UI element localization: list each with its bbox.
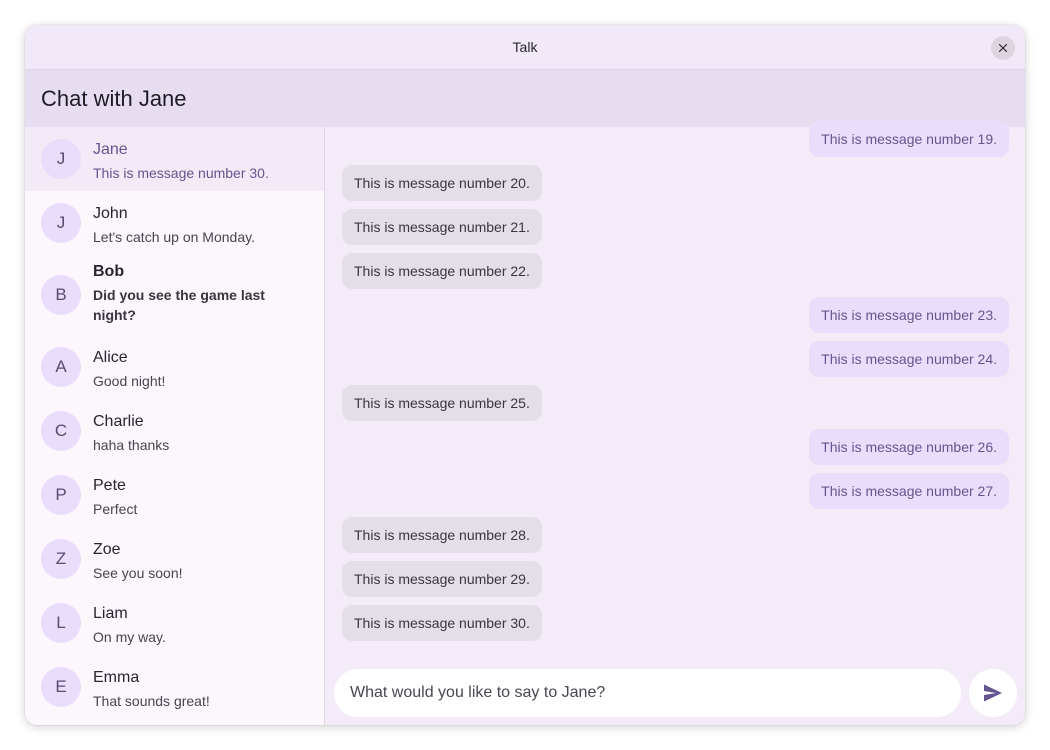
avatar: C: [41, 411, 81, 451]
conversation-name: John: [93, 205, 128, 222]
avatar: A: [41, 347, 81, 387]
conversation-item-john[interactable]: J John Let's catch up on Monday.: [25, 191, 324, 255]
conversation-preview: Did you see the game last night?: [93, 287, 265, 323]
conversation-name: Emma: [93, 669, 140, 686]
avatar: J: [41, 139, 81, 179]
incoming-message: This is message number 29.: [342, 561, 542, 597]
conversation-name: Charlie: [93, 413, 144, 430]
conversation-preview: Good night!: [93, 373, 166, 389]
title-bar: Talk: [25, 25, 1025, 70]
conversation-name: Alice: [93, 349, 128, 366]
conversation-item-zoe[interactable]: Z Zoe See you soon!: [25, 527, 324, 591]
avatar: P: [41, 475, 81, 515]
conversation-name: Pete: [93, 477, 126, 494]
message-input[interactable]: [334, 669, 961, 717]
incoming-message: This is message number 21.: [342, 209, 542, 245]
conversation-item-pete[interactable]: P Pete Perfect: [25, 463, 324, 527]
avatar: B: [41, 275, 81, 315]
conversation-item-jane[interactable]: J Jane This is message number 30.: [25, 127, 324, 191]
conversation-preview: That sounds great!: [93, 693, 210, 709]
chat-panel: This is message number 19. This is messag…: [325, 121, 1025, 725]
conversation-item-liam[interactable]: L Liam On my way.: [25, 591, 324, 655]
app-window: Talk Chat with Jane J Jane This is message…: [25, 25, 1025, 725]
conversation-name: Jane: [93, 141, 128, 158]
conversation-name: Liam: [93, 605, 128, 622]
close-icon: [998, 43, 1008, 53]
outgoing-message: This is message number 26.: [809, 429, 1009, 465]
send-button[interactable]: [969, 669, 1017, 717]
window-title: Talk: [512, 39, 538, 55]
outgoing-message: This is message number 24.: [809, 341, 1009, 377]
send-icon: [984, 684, 1002, 702]
conversation-item-emma[interactable]: E Emma That sounds great!: [25, 655, 324, 719]
conversation-preview: Let's catch up on Monday.: [93, 229, 255, 245]
incoming-message: This is message number 22.: [342, 253, 542, 289]
conversation-preview: Perfect: [93, 501, 138, 517]
avatar: L: [41, 603, 81, 643]
outgoing-message: This is message number 27.: [809, 473, 1009, 509]
conversation-preview: On my way.: [93, 629, 166, 645]
conversation-item-alice[interactable]: A Alice Good night!: [25, 335, 324, 399]
incoming-message: This is message number 25.: [342, 385, 542, 421]
avatar: J: [41, 203, 81, 243]
incoming-message: This is message number 28.: [342, 517, 542, 553]
incoming-message: This is message number 30.: [342, 605, 542, 641]
outgoing-message: This is message number 23.: [809, 297, 1009, 333]
conversation-item-charlie[interactable]: C Charlie haha thanks: [25, 399, 324, 463]
incoming-message: This is message number 20.: [342, 165, 542, 201]
conversation-item-bob[interactable]: B Bob Did you see the game last night?: [25, 255, 324, 335]
page-title: Chat with Jane: [41, 86, 187, 111]
avatar: E: [41, 667, 81, 707]
conversation-preview: haha thanks: [93, 437, 170, 453]
chat-header: Chat with Jane: [25, 70, 1025, 127]
conversation-name: Bob: [93, 263, 125, 280]
avatar: Z: [41, 539, 81, 579]
conversation-list: J Jane This is message number 30. J John Let'…: [25, 127, 325, 725]
conversation-name: Zoe: [93, 541, 121, 558]
close-button[interactable]: [991, 36, 1015, 60]
conversation-preview: This is message number 30.: [93, 165, 269, 181]
conversation-preview: See you soon!: [93, 565, 183, 581]
outgoing-message: This is message number 19.: [809, 121, 1009, 157]
